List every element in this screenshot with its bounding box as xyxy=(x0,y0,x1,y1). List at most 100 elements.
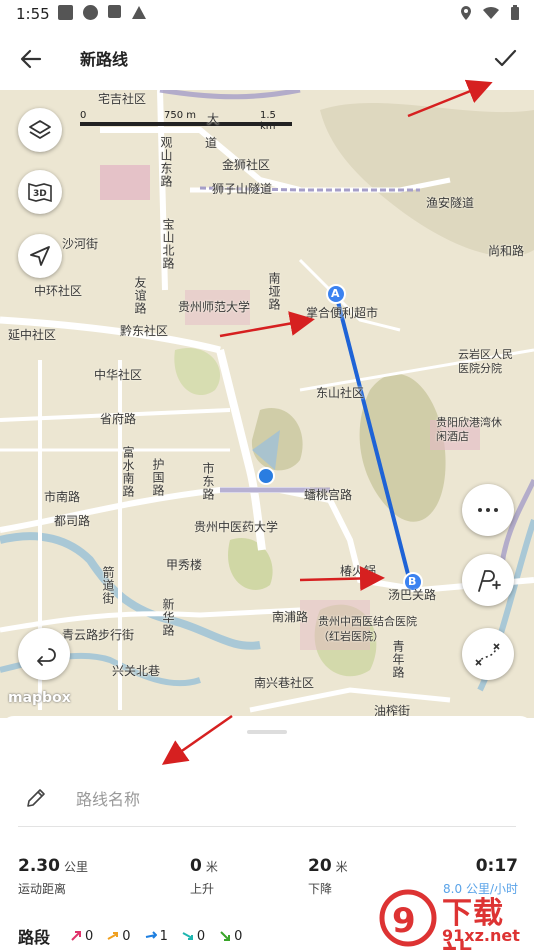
status-time: 1:55 xyxy=(16,5,50,23)
time-value: 0:17 xyxy=(475,856,518,876)
distance-value: 2.30 xyxy=(18,856,60,876)
map-label: 掌合便利超市 xyxy=(306,306,379,320)
map-label: 东山社区 xyxy=(316,386,365,400)
segment-flat[interactable]: 1 xyxy=(145,929,168,944)
segments-title: 路段 xyxy=(18,928,51,947)
map-label: 中华社区 xyxy=(94,368,143,382)
map-label: 尚和路 xyxy=(488,244,525,258)
undo-icon xyxy=(37,648,56,666)
navigation-icon xyxy=(30,246,50,266)
scale-end: 1.5 km xyxy=(260,110,276,132)
map-label: 市东路 xyxy=(201,462,215,501)
distance-label: 运动距离 xyxy=(18,882,67,896)
map-label: 椿火锅 xyxy=(340,564,377,578)
map-label: 箭道街 xyxy=(101,566,115,605)
route-path-icon xyxy=(475,643,500,666)
map-label: 护国路 xyxy=(151,458,165,497)
map-label: 南兴巷社区 xyxy=(254,676,315,690)
up-arrow-icon xyxy=(107,932,119,940)
descent-stat: 20 米 下降 xyxy=(308,856,348,897)
map-label: 道 xyxy=(205,136,218,150)
scale-zero: 0 xyxy=(80,110,87,121)
map-label: 延中社区 xyxy=(8,328,57,342)
route-options-button[interactable] xyxy=(462,628,514,680)
pencil-icon xyxy=(27,789,45,807)
map-view[interactable]: A B 0 750 m 1.5 km 宅吉社区 大 道 观山东路 金狮社区 狮子… xyxy=(0,90,534,718)
layers-button[interactable] xyxy=(18,108,62,152)
segment-count: 0 xyxy=(234,928,243,944)
scale-mid: 750 m xyxy=(164,110,197,121)
map-label: 市南路 xyxy=(44,490,81,504)
map-label: 中环社区 xyxy=(34,284,83,298)
back-arrow-icon[interactable] xyxy=(16,44,46,74)
mapbox-attribution: mapbox xyxy=(8,690,71,706)
add-waypoint-icon xyxy=(478,570,501,592)
descent-value: 20 xyxy=(308,856,332,876)
map-label: 大 xyxy=(207,112,220,126)
distance-stat: 2.30 公里 运动距离 xyxy=(18,856,88,897)
watermark: 9 下载站 91xz.net xyxy=(378,888,534,950)
map-label: 青云路步行街 xyxy=(62,628,135,642)
undo-route-button[interactable] xyxy=(18,628,70,680)
watermark-url: 91xz.net xyxy=(442,926,520,945)
map-label: 云岩区人民医院分院 xyxy=(458,348,513,375)
map-label: 兴关北巷 xyxy=(112,664,161,678)
ascent-unit: 米 xyxy=(205,860,218,874)
route-name-row xyxy=(0,772,534,828)
map-label: 狮子山隧道 xyxy=(212,182,273,196)
app-icon xyxy=(83,5,98,20)
segment-steep-down[interactable]: 0 xyxy=(219,929,242,944)
map-label: 新华路 xyxy=(161,598,175,637)
more-options-button[interactable] xyxy=(462,484,514,536)
map-label: 富水南路 xyxy=(121,446,135,498)
warning-icon xyxy=(132,6,146,19)
segment-count: 0 xyxy=(122,928,131,944)
map-label: 都司路 xyxy=(54,514,91,528)
steep-up-arrow-icon xyxy=(71,931,82,941)
map-label: 友谊路 xyxy=(133,276,147,315)
map-label: 宝山北路 xyxy=(161,218,175,270)
locate-me-button[interactable] xyxy=(18,234,62,278)
map-label: 贵州师范大学 xyxy=(178,300,251,314)
add-waypoint-button[interactable] xyxy=(462,554,514,606)
segment-up[interactable]: 0 xyxy=(107,928,131,944)
steep-down-arrow-icon xyxy=(220,931,231,941)
map-label: 青年路 xyxy=(391,640,405,679)
route-start-label: A xyxy=(331,287,340,300)
ascent-value: 0 xyxy=(190,856,202,876)
map-label: 省府路 xyxy=(100,412,137,426)
descent-unit: 米 xyxy=(335,860,348,874)
map-label: 观山东路 xyxy=(159,136,173,188)
map-label: 甲秀楼 xyxy=(166,558,203,572)
segment-steep-up[interactable]: 0 xyxy=(70,929,93,944)
status-bar: 1:55 xyxy=(0,0,534,28)
map-label: 蟠桃宫路 xyxy=(304,488,353,502)
3d-view-button[interactable]: 3D xyxy=(18,170,62,214)
page-title: 新路线 xyxy=(80,50,129,69)
battery-icon xyxy=(511,5,519,20)
ascent-label: 上升 xyxy=(190,882,215,896)
sheet-drag-handle[interactable] xyxy=(247,730,287,734)
more-dots-icon xyxy=(478,508,498,512)
svg-text:9: 9 xyxy=(392,901,416,941)
descent-label: 下降 xyxy=(308,882,333,896)
notification-icons xyxy=(58,5,147,20)
flat-arrow-icon xyxy=(145,931,157,939)
route-name-input[interactable] xyxy=(76,784,496,814)
confirm-check-icon[interactable] xyxy=(490,43,520,73)
down-arrow-icon xyxy=(182,932,193,940)
segment-down[interactable]: 0 xyxy=(182,929,205,944)
distance-unit: 公里 xyxy=(63,860,88,874)
font-icon xyxy=(108,5,121,18)
map-label: 南垭路 xyxy=(267,272,281,311)
map-scale-bar: 0 750 m 1.5 km xyxy=(80,110,292,132)
ascent-stat: 0米 上升 xyxy=(190,856,218,897)
map-label: 沙河街 xyxy=(62,237,99,251)
map-label: 汤巴关路 xyxy=(388,588,437,602)
watermark-logo: 9 xyxy=(379,889,437,947)
sheet-divider xyxy=(18,826,516,827)
wifi-icon xyxy=(483,6,499,19)
3d-map-icon: 3D xyxy=(28,182,52,203)
user-location-dot xyxy=(257,467,275,485)
top-app-bar: 新路线 xyxy=(0,28,534,90)
